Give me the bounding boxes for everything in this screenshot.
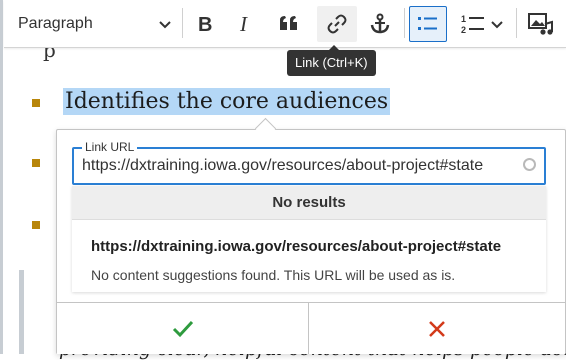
link-url-label: Link URL: [82, 140, 138, 154]
link-url-value[interactable]: https://dxtraining.iowa.gov/resources/ab…: [82, 157, 483, 175]
anchor-button[interactable]: [362, 6, 398, 42]
numbered-list-icon: 1 2: [461, 14, 484, 35]
toolbar-separator: [516, 8, 517, 38]
blockquote-bar: [19, 270, 24, 354]
link-balloon: Link URL https://dxtraining.iowa.gov/res…: [56, 117, 566, 354]
results-header: No results: [72, 186, 546, 220]
link-tooltip: Link (Ctrl+K): [287, 45, 376, 76]
media-button[interactable]: [522, 6, 560, 42]
balloon-actions: [57, 302, 565, 354]
heading-dropdown-label: Paragraph: [18, 15, 93, 32]
italic-icon: I: [239, 14, 248, 34]
close-icon: [429, 320, 445, 337]
suggestion-url: https://dxtraining.iowa.gov/resources/ab…: [91, 238, 502, 255]
link-button[interactable]: [317, 6, 357, 42]
chevron-down-icon: [159, 21, 171, 29]
loading-spinner-icon: [523, 158, 536, 171]
link-suggestions: No results https://dxtraining.iowa.gov/r…: [72, 186, 546, 292]
save-button[interactable]: [57, 303, 309, 354]
bulleted-list-button[interactable]: [409, 6, 447, 42]
list-bullet: [32, 221, 40, 229]
blockquote-icon: [280, 16, 297, 30]
svg-text:I: I: [239, 14, 248, 34]
suggestion-description: No content suggestions found. This URL w…: [91, 267, 456, 283]
chevron-down-icon: [491, 21, 503, 29]
heading-dropdown[interactable]: Paragraph: [6, 6, 178, 42]
anchor-icon: [370, 13, 390, 34]
toolbar-separator: [182, 8, 183, 38]
bulleted-list-icon: [418, 17, 437, 30]
check-icon: [172, 320, 193, 337]
svg-text:B: B: [198, 14, 212, 34]
list-bullet: [32, 99, 40, 107]
list-item[interactable]: Identifies the core audiences: [63, 88, 391, 115]
toolbar-separator: [404, 8, 405, 38]
link-icon: [327, 14, 347, 34]
selected-text[interactable]: Identifies the core audiences: [63, 88, 391, 115]
bold-button[interactable]: B: [188, 6, 222, 42]
link-suggestion-item[interactable]: https://dxtraining.iowa.gov/resources/ab…: [72, 220, 546, 292]
editor-toolbar: Paragraph B I 1 2: [4, 0, 566, 48]
media-icon: [528, 13, 553, 35]
blockquote-button[interactable]: [272, 6, 306, 42]
svg-text:1: 1: [461, 14, 466, 24]
link-url-input[interactable]: Link URL https://dxtraining.iowa.gov/res…: [72, 140, 546, 185]
numbered-list-dropdown[interactable]: 1 2: [453, 6, 511, 42]
bold-icon: B: [198, 14, 212, 34]
cancel-button[interactable]: [309, 303, 565, 354]
svg-text:2: 2: [461, 25, 466, 35]
italic-button[interactable]: I: [228, 6, 262, 42]
list-bullet: [32, 159, 40, 167]
